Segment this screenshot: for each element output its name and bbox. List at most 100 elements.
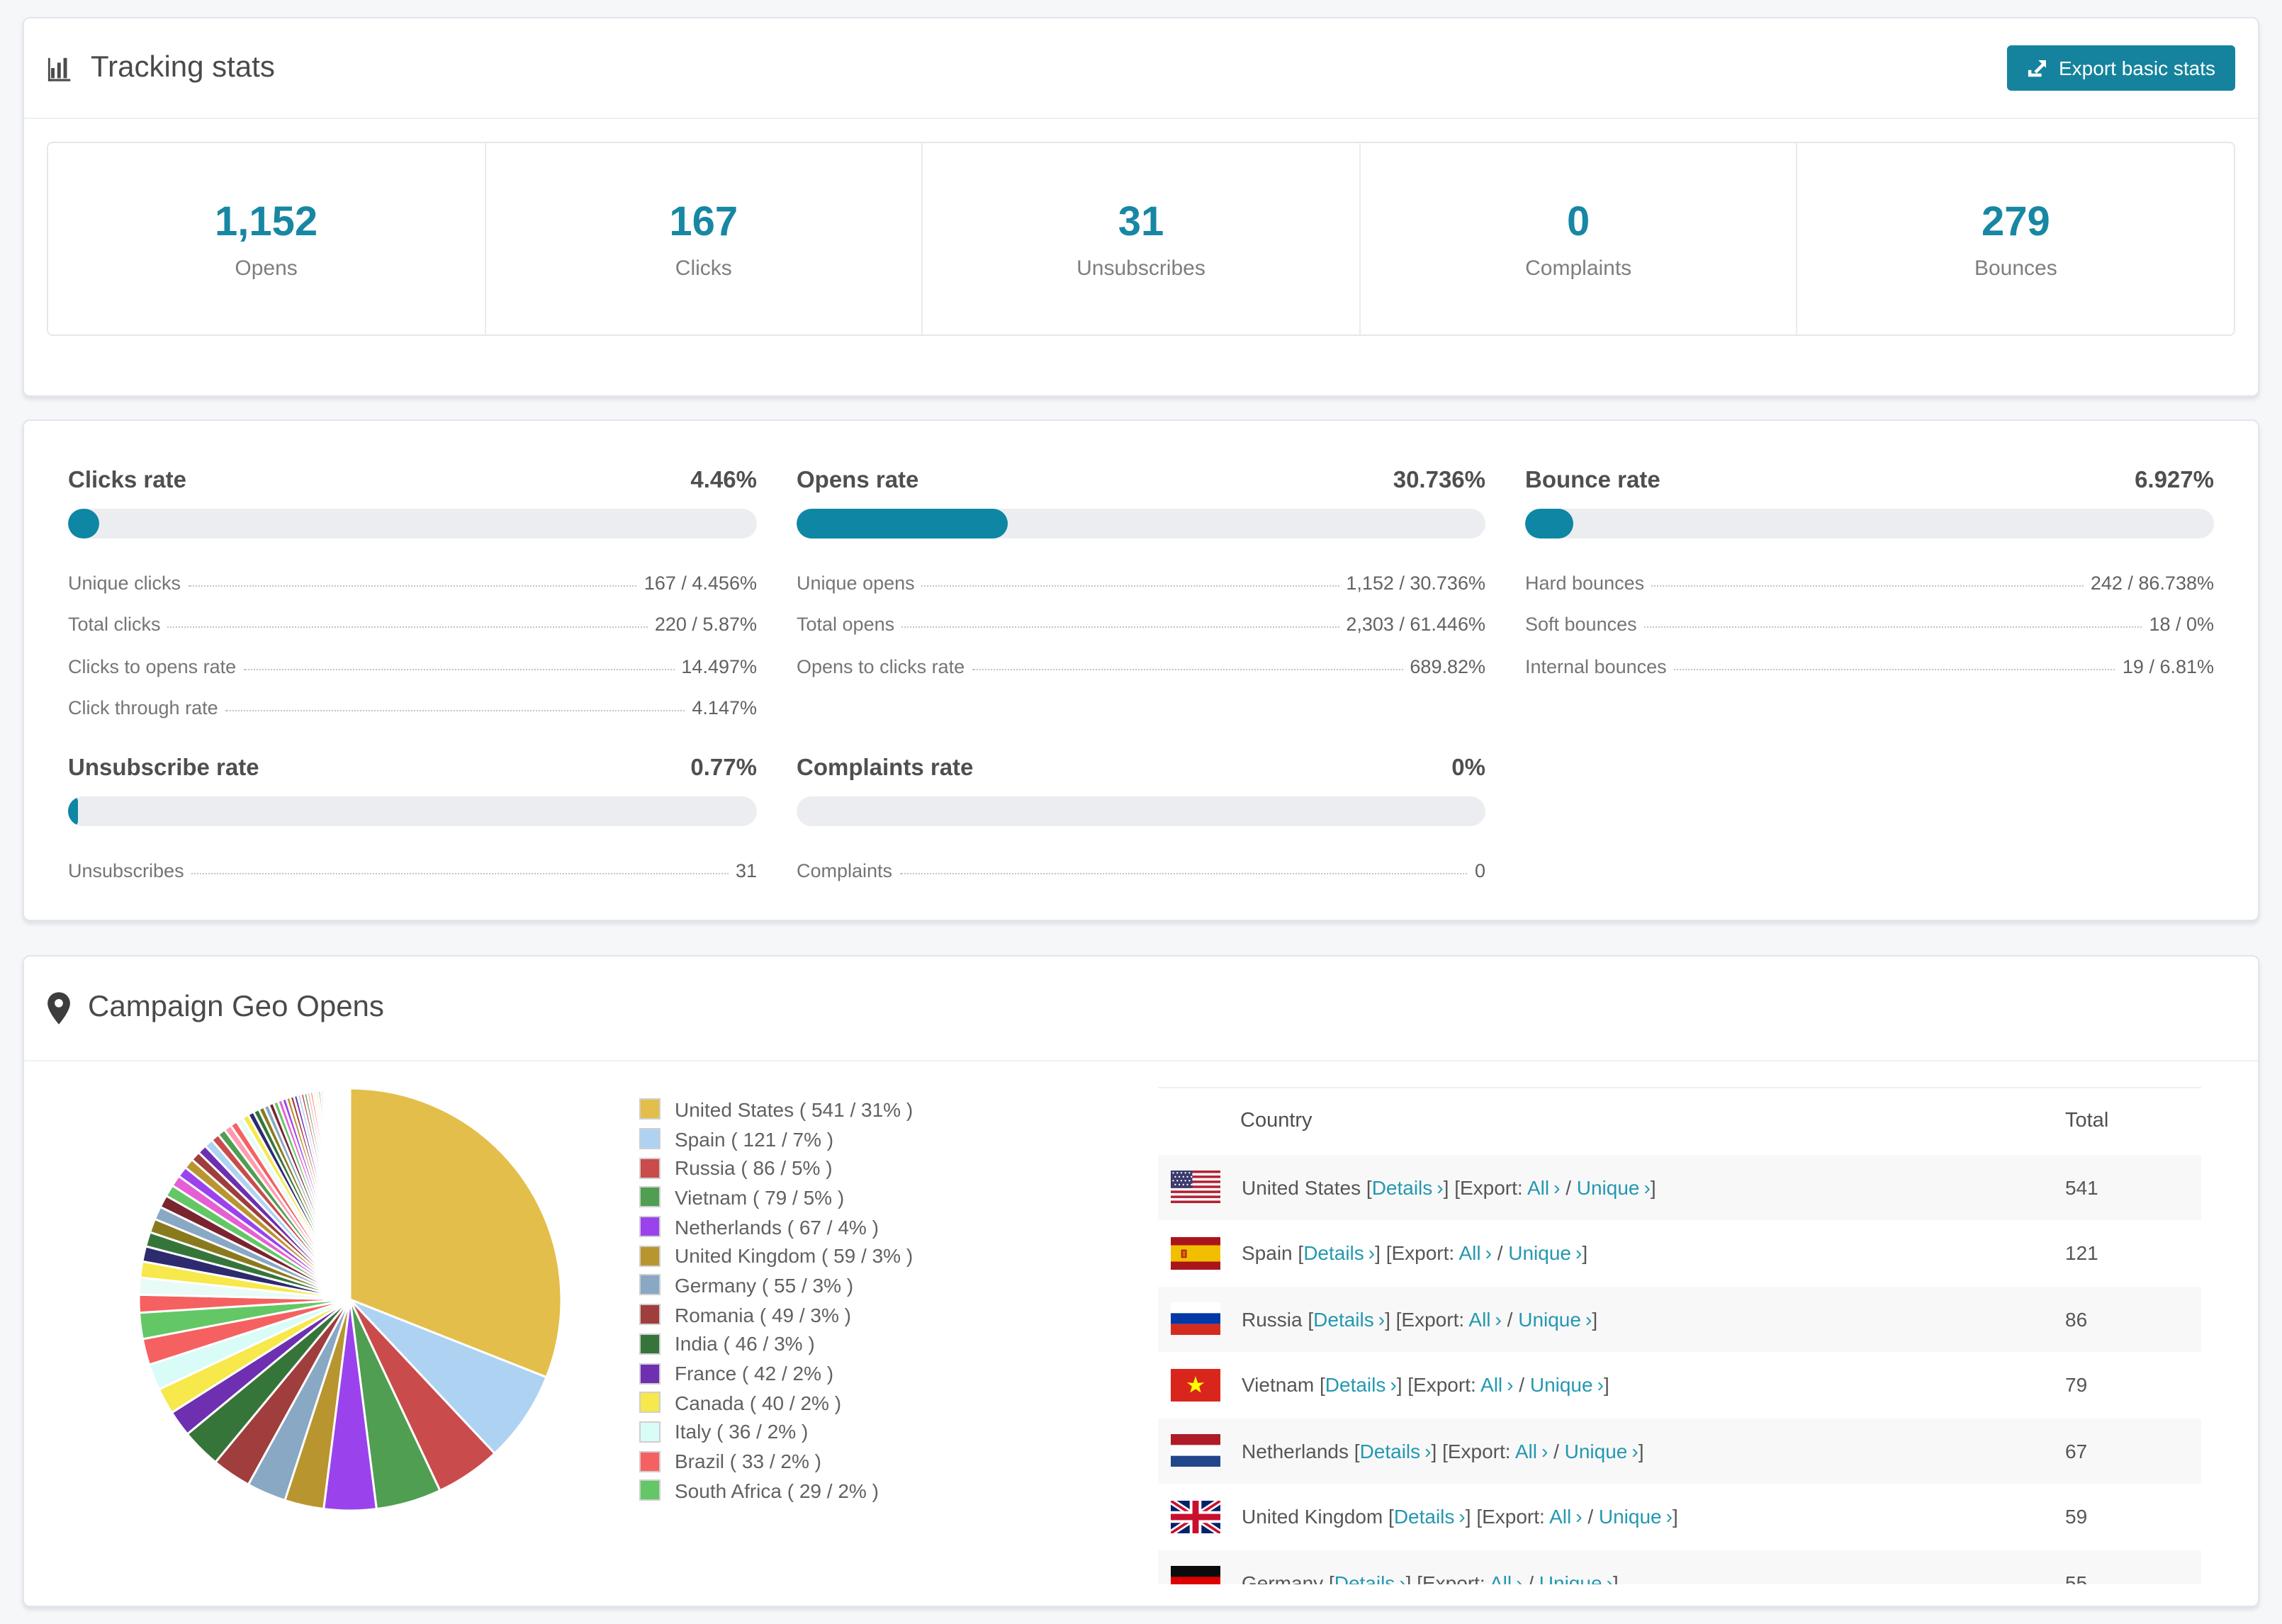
legend-swatch [639,1421,661,1443]
detail-value: 18 / 0% [2149,614,2214,635]
details-link[interactable]: Details › [1325,1374,1397,1397]
stat-unsubscribes: 31 Unsubscribes [921,143,1359,334]
chevron-right-icon: › [1516,1571,1523,1584]
page-title: Tracking stats [91,51,275,84]
rate-panel-head: Opens rate 30.736% [797,466,1485,495]
export-basic-stats-button[interactable]: Export basic stats [2006,45,2235,91]
pie-chart-svg [137,1086,563,1511]
stat-value: 1,152 [215,200,318,245]
rate-panel-complaints-rate: Complaints rate 0% Complaints 0 [797,754,1485,888]
stat-value: 31 [1118,200,1164,245]
rate-value: 30.736% [1393,468,1485,493]
chevron-right-icon: › [1575,1505,1583,1528]
export-unique-link[interactable]: Unique › [1508,1242,1582,1265]
export-all-link[interactable]: All › [1515,1440,1548,1462]
legend-label: Germany ( 55 / 3% ) [675,1273,854,1297]
chevron-right-icon: › [1553,1175,1561,1199]
export-all-label: All [1468,1307,1491,1331]
cell-total: 67 [2065,1439,2088,1462]
export-all-link[interactable]: All › [1527,1176,1560,1199]
stats-row: 1,152 Opens 167 Clicks 31 Unsubscribes 0 Compla… [47,142,2235,336]
dashboard: Tracking stats Export basic stats 1,152 O… [0,0,2282,1624]
chevron-right-icon: › [1399,1571,1406,1584]
legend-label: Spain ( 121 / 7% ) [675,1127,834,1151]
legend-item-italy: Italy ( 36 / 2% ) [639,1417,913,1446]
details-link[interactable]: Details › [1303,1242,1375,1265]
legend-swatch [639,1128,661,1150]
detail-row-unique-opens: Unique opens 1,152 / 30.736% [797,558,1485,600]
details-link[interactable]: Details › [1334,1572,1406,1584]
export-all-link[interactable]: All › [1458,1242,1491,1265]
bracket: ] [1396,1373,1403,1397]
detail-value: 19 / 6.81% [2122,655,2214,677]
legend-swatch [639,1098,661,1120]
details-link[interactable]: Details › [1394,1506,1466,1528]
stat-value: 0 [1567,200,1590,245]
export-unique-label: Unique [1564,1439,1628,1462]
tracking-stats-header: Tracking stats Export basic stats [24,18,2258,119]
legend-swatch [639,1304,661,1326]
bracket: ] [1638,1439,1644,1462]
progress-bar-fill [68,796,78,826]
export-all-label: All [1549,1505,1572,1528]
details-link-label: Details [1371,1175,1433,1199]
export-unique-link[interactable]: Unique › [1518,1308,1592,1331]
geo-table-rows: United States [Details ›] [Export: All › /… [1158,1154,2201,1584]
detail-label: Complaints [797,859,893,881]
legend-label: Brazil ( 33 / 2% ) [675,1450,821,1473]
flag-icon-vn [1171,1368,1220,1402]
separator: / [1497,1241,1503,1265]
detail-value: 1,152 / 30.736% [1346,572,1485,593]
tracking-stats-body: 1,152 Opens 167 Clicks 31 Unsubscribes 0 Compla… [24,119,2258,395]
chevron-right-icon: › [1378,1307,1386,1331]
bracket: ] [1385,1307,1390,1331]
progress-bar [797,796,1485,826]
details-link[interactable]: Details › [1313,1308,1385,1331]
export-unique-link[interactable]: Unique › [1599,1506,1673,1528]
cell-country: Russia [Details ›] [Export: All › / Unique… [1242,1308,2065,1331]
legend-item-united-states: United States ( 541 / 31% ) [639,1095,913,1124]
bracket: ] [1431,1439,1437,1462]
detail-value: 31 [735,859,757,881]
cell-total: 59 [2065,1505,2088,1528]
export-all-link[interactable]: All › [1468,1308,1501,1331]
progress-bar-fill [1525,509,1573,538]
export-unique-link[interactable]: Unique › [1539,1572,1613,1584]
export-all-link[interactable]: All › [1490,1572,1522,1584]
flag-icon-us [1171,1171,1220,1204]
export-unique-label: Unique [1539,1571,1602,1584]
progress-bar [68,509,757,538]
export-unique-link[interactable]: Unique › [1530,1374,1604,1397]
bracket: [ [1298,1241,1304,1265]
details-link[interactable]: Details › [1372,1176,1444,1199]
details-link[interactable]: Details › [1360,1440,1432,1462]
stat-complaints: 0 Complaints [1359,143,1797,334]
export-unique-link[interactable]: Unique › [1577,1176,1651,1199]
cell-total: 55 [2065,1571,2088,1584]
legend-label: Canada ( 40 / 2% ) [675,1391,842,1414]
legend-label: Italy ( 36 / 2% ) [675,1420,809,1443]
table-row-netherlands: Netherlands [Details ›] [Export: All › / U… [1158,1418,2201,1484]
bracket: ] [1582,1241,1588,1265]
export-all-link[interactable]: All › [1480,1374,1513,1397]
stat-bounces: 279 Bounces [1796,143,2234,334]
legend-swatch [639,1450,661,1472]
cell-country: Spain [Details ›] [Export: All › / Unique ›… [1242,1242,2065,1265]
details-link-label: Details [1325,1373,1386,1397]
map-pin-icon [47,991,70,1024]
export-prefix: [Export: [1454,1175,1523,1199]
geo-pie-chart [135,1083,566,1514]
flag-icon-gb [1171,1500,1220,1533]
legend-label: United Kingdom ( 59 / 3% ) [675,1244,914,1268]
detail-value: 220 / 5.87% [654,614,757,635]
country-name: Netherlands [1242,1439,1349,1462]
export-all-link[interactable]: All › [1549,1506,1582,1528]
column-header-total: Total [2065,1110,2109,1132]
export-unique-link[interactable]: Unique › [1565,1440,1639,1462]
rate-title: Opens rate [797,468,919,493]
dotted-leader [225,710,685,711]
dotted-leader [1643,626,2142,628]
geo-opens-header: Campaign Geo Opens [24,956,2258,1061]
rate-title: Complaints rate [797,755,974,781]
legend-item-canada: Canada ( 40 / 2% ) [639,1388,913,1417]
